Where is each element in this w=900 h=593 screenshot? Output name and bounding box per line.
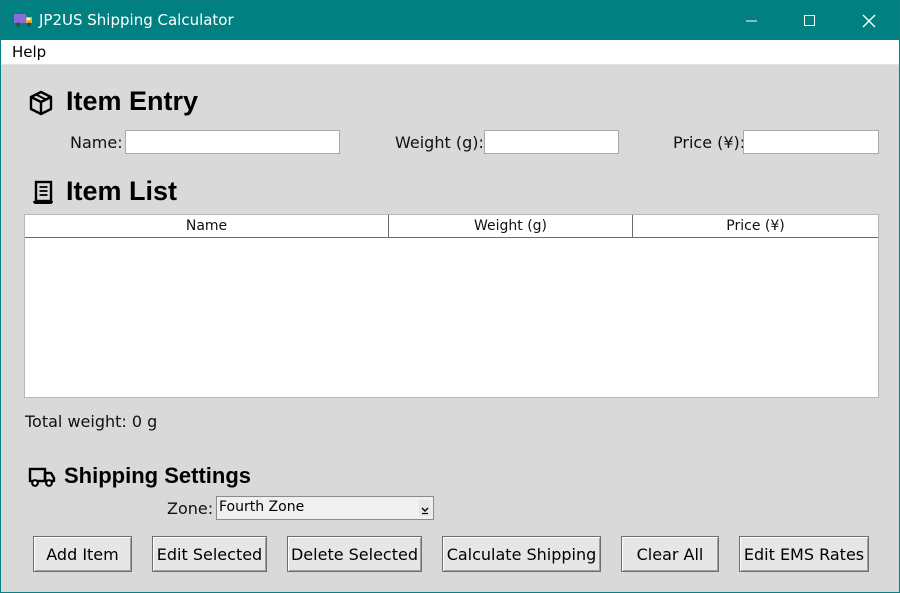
menu-bar: Help: [1, 40, 899, 65]
weight-input[interactable]: [484, 130, 619, 154]
truck-icon: [14, 14, 32, 27]
window-title: JP2US Shipping Calculator: [39, 11, 234, 29]
truck-icon: [28, 467, 56, 487]
title-bar[interactable]: JP2US Shipping Calculator: [1, 1, 899, 40]
edit-selected-button[interactable]: Edit Selected: [152, 536, 267, 572]
package-icon: [29, 90, 53, 116]
price-label: Price (¥):: [673, 133, 746, 152]
column-header-price[interactable]: Price (¥): [633, 215, 878, 237]
minimize-button[interactable]: [723, 1, 781, 40]
zone-select-value: Fourth Zone: [219, 499, 305, 515]
add-item-button[interactable]: Add Item: [33, 536, 132, 572]
close-button[interactable]: [840, 1, 898, 40]
price-input[interactable]: [743, 130, 879, 154]
name-label: Name:: [70, 133, 123, 152]
menu-help[interactable]: Help: [6, 42, 52, 62]
zone-select[interactable]: Fourth Zone: [216, 496, 434, 520]
edit-ems-rates-button[interactable]: Edit EMS Rates: [739, 536, 869, 572]
close-icon: [862, 14, 876, 27]
shipping-settings-title: Shipping Settings: [64, 463, 251, 488]
clear-all-button[interactable]: Clear All: [621, 536, 719, 572]
maximize-button[interactable]: [781, 1, 839, 40]
chevron-down-icon[interactable]: [419, 500, 431, 516]
item-list-table[interactable]: Name Weight (g) Price (¥): [24, 214, 879, 398]
item-entry-title: Item Entry: [66, 86, 199, 116]
column-header-name[interactable]: Name: [25, 215, 389, 237]
column-header-weight[interactable]: Weight (g): [389, 215, 633, 237]
weight-label: Weight (g):: [395, 133, 484, 152]
name-input[interactable]: [125, 130, 340, 154]
maximize-icon: [804, 14, 815, 26]
item-list-title: Item List: [66, 176, 178, 206]
app-window: JP2US Shipping Calculator Help Item Entr…: [0, 0, 900, 593]
calculate-shipping-button[interactable]: Calculate Shipping: [442, 536, 601, 572]
table-header: Name Weight (g) Price (¥): [25, 215, 878, 238]
zone-label: Zone:: [167, 499, 214, 518]
minimize-icon: [746, 20, 757, 21]
scroll-icon: [33, 180, 53, 204]
total-weight: Total weight: 0 g: [25, 412, 158, 431]
delete-selected-button[interactable]: Delete Selected: [287, 536, 422, 572]
